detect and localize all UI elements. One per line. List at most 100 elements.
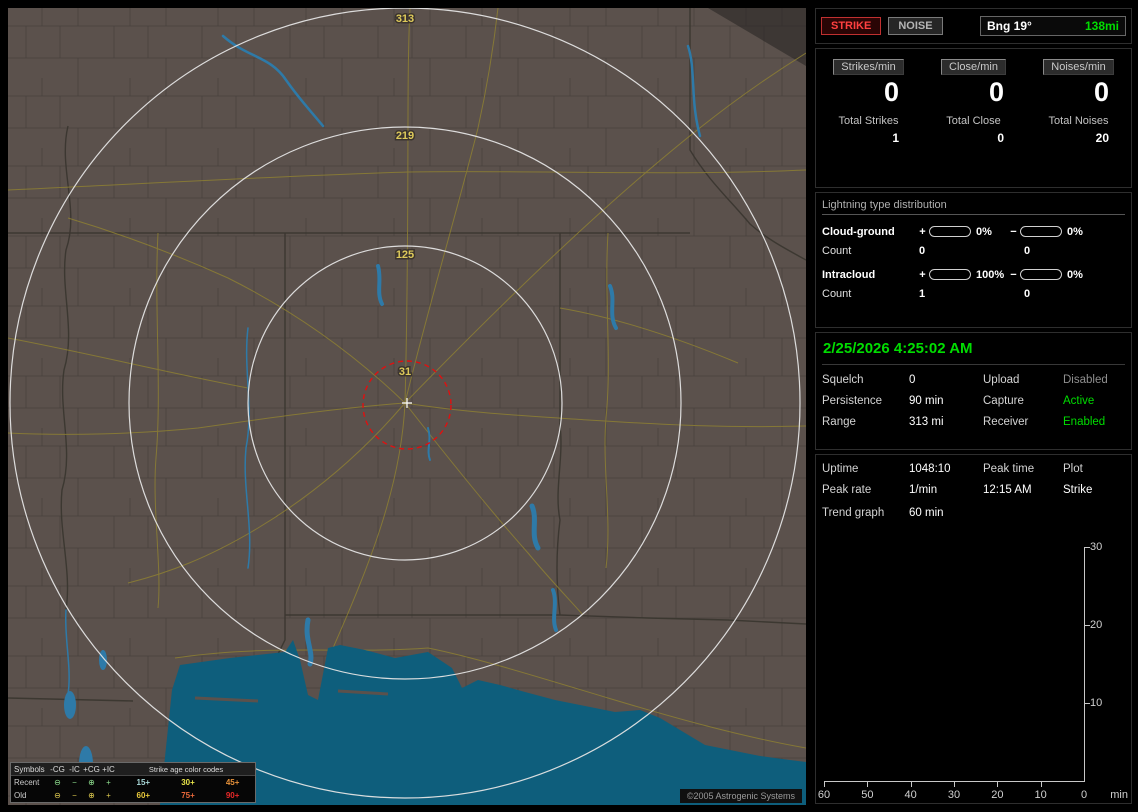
x-tick-30: 30	[947, 789, 961, 801]
range-label-219: 219	[396, 130, 414, 142]
stats-grid: Uptime 1048:10 Peak time Plot Peak rate …	[822, 463, 1125, 496]
lightning-map[interactable]: 313 219 125 31	[8, 8, 806, 805]
range-label-313: 313	[396, 13, 414, 25]
legend-symbols-title: Symbols	[14, 764, 45, 774]
age-75: 75+	[181, 791, 195, 800]
range-label-125: 125	[396, 249, 414, 261]
noises-rate-value: 0	[1093, 77, 1109, 107]
minus-sign: −	[1010, 268, 1017, 281]
total-close-label: Total Close	[946, 115, 1001, 128]
counters-section: Strikes/min 0 Total Strikes 1 Close/min …	[815, 48, 1132, 188]
legend-col-pic: +IC	[102, 764, 115, 774]
bearing-readout: Bng 19° 138mi	[980, 16, 1126, 36]
persistence-value: 90 min	[909, 395, 944, 407]
trend-section: Uptime 1048:10 Peak time Plot Peak rate …	[815, 454, 1132, 804]
x-axis-unit: min	[1110, 789, 1128, 801]
ic-negative-bar	[1020, 269, 1062, 280]
total-close-value: 0	[997, 131, 1004, 146]
persistence-label: Persistence	[822, 395, 883, 407]
cloud-ground-row: Cloud-ground + 0% − 0%	[822, 224, 1125, 239]
total-noises-value: 20	[1095, 131, 1109, 146]
age-15: 15+	[136, 778, 151, 787]
cg-positive-bar	[929, 226, 971, 237]
trend-plot: 30 20 10 60 50 40 30 20 10 0 min	[818, 541, 1128, 801]
count-label: Count	[822, 245, 852, 257]
plot-label: Plot	[1063, 463, 1083, 475]
plus-sign: +	[919, 268, 926, 281]
noise-button[interactable]: NOISE	[888, 17, 943, 35]
distribution-title: Lightning type distribution	[822, 199, 1125, 215]
strikes-rate-value: 0	[883, 77, 899, 107]
uptime-label: Uptime	[822, 463, 859, 475]
receiver-label: Receiver	[983, 416, 1029, 428]
range-value: 313 mi	[909, 416, 944, 428]
age-45: 45+	[225, 778, 240, 787]
intracloud-count-row: Count 1 0	[822, 288, 1125, 300]
cg-negative-count: 0	[1024, 245, 1031, 257]
capture-label: Capture	[983, 395, 1024, 407]
noises-column: Noises/min 0 Total Noises 20	[1026, 59, 1131, 187]
x-tick-0: 0	[1080, 789, 1088, 801]
x-tick-40: 40	[904, 789, 917, 801]
close-rate-value: 0	[988, 77, 1004, 107]
ic-positive-pct: 100%	[976, 268, 1005, 281]
age-60: 60+	[136, 791, 151, 800]
plot-value: Strike	[1063, 484, 1093, 496]
total-strikes-label: Total Strikes	[838, 115, 899, 128]
old-ncg-icon: ⊖	[54, 791, 61, 800]
receiver-status: Enabled	[1063, 416, 1106, 428]
status-section: 2/25/2026 4:25:02 AM Squelch 0 Upload Di…	[815, 332, 1132, 450]
strikes-column: Strikes/min 0 Total Strikes 1	[816, 59, 921, 187]
peak-time-value: 12:15 AM	[983, 484, 1032, 496]
recent-pcg-icon: ⊕	[88, 778, 95, 787]
cg-positive-count: 0	[919, 245, 926, 257]
trend-graph-label: Trend graph	[822, 507, 885, 519]
old-pic-icon: +	[106, 791, 111, 800]
age-90: 90+	[225, 791, 240, 800]
strikes-per-min-button[interactable]: Strikes/min	[833, 59, 904, 75]
x-tick-10: 10	[1034, 789, 1047, 801]
recent-ncg-icon: ⊖	[54, 778, 61, 787]
x-tick-60: 60	[817, 789, 831, 801]
ic-positive-count: 1	[919, 288, 926, 300]
legend-recent-label: Recent	[14, 778, 40, 787]
legend-age-title: Strike age color codes	[148, 764, 224, 774]
count-label: Count	[822, 288, 852, 300]
y-tick-30: 30	[1090, 541, 1103, 553]
controls-bar: STRIKE NOISE Bng 19° 138mi	[815, 8, 1132, 44]
ic-negative-pct: 0%	[1067, 268, 1083, 281]
peak-rate-value: 1/min	[909, 484, 938, 496]
status-grid: Squelch 0 Upload Disabled Persistence 90…	[822, 374, 1125, 428]
upload-label: Upload	[983, 374, 1020, 386]
y-tick-10: 10	[1090, 697, 1103, 709]
y-tick-20: 20	[1090, 618, 1103, 631]
legend-col-ncg: -CG	[50, 764, 65, 774]
datetime-display: 2/25/2026 4:25:02 AM	[822, 338, 1125, 365]
x-tick-20: 20	[991, 789, 1004, 801]
ic-positive-bar	[929, 269, 971, 280]
map-area: 313 219 125 31 Symbols -CG -IC +CG +IC S…	[8, 8, 806, 805]
squelch-label: Squelch	[822, 374, 864, 386]
lightning-distribution-section: Lightning type distribution Cloud-ground…	[815, 192, 1132, 328]
peak-time-label: Peak time	[983, 463, 1035, 475]
noises-per-min-button[interactable]: Noises/min	[1043, 59, 1114, 75]
upload-status: Disabled	[1063, 374, 1108, 386]
legend-col-nic: -IC	[69, 764, 80, 774]
map-legend: Symbols -CG -IC +CG +IC Strike age color…	[10, 762, 256, 803]
strike-button[interactable]: STRIKE	[821, 17, 882, 35]
close-per-min-button[interactable]: Close/min	[941, 59, 1006, 75]
range-label-31: 31	[399, 366, 411, 378]
close-column: Close/min 0 Total Close 0	[921, 59, 1026, 187]
app-window: 313 219 125 31 Symbols -CG -IC +CG +IC S…	[0, 0, 1138, 812]
peak-rate-label: Peak rate	[822, 484, 872, 496]
cg-negative-bar	[1020, 226, 1062, 237]
copyright-notice: ©2005 Astrogenic Systems	[679, 789, 802, 803]
bearing-value: Bng 19°	[987, 19, 1032, 33]
x-tick-50: 50	[861, 789, 874, 801]
total-strikes-value: 1	[892, 131, 899, 146]
minus-sign: −	[1010, 225, 1017, 238]
squelch-value: 0	[909, 374, 916, 386]
uptime-value: 1048:10	[909, 463, 951, 475]
plus-sign: +	[919, 225, 926, 238]
capture-status: Active	[1063, 395, 1095, 407]
